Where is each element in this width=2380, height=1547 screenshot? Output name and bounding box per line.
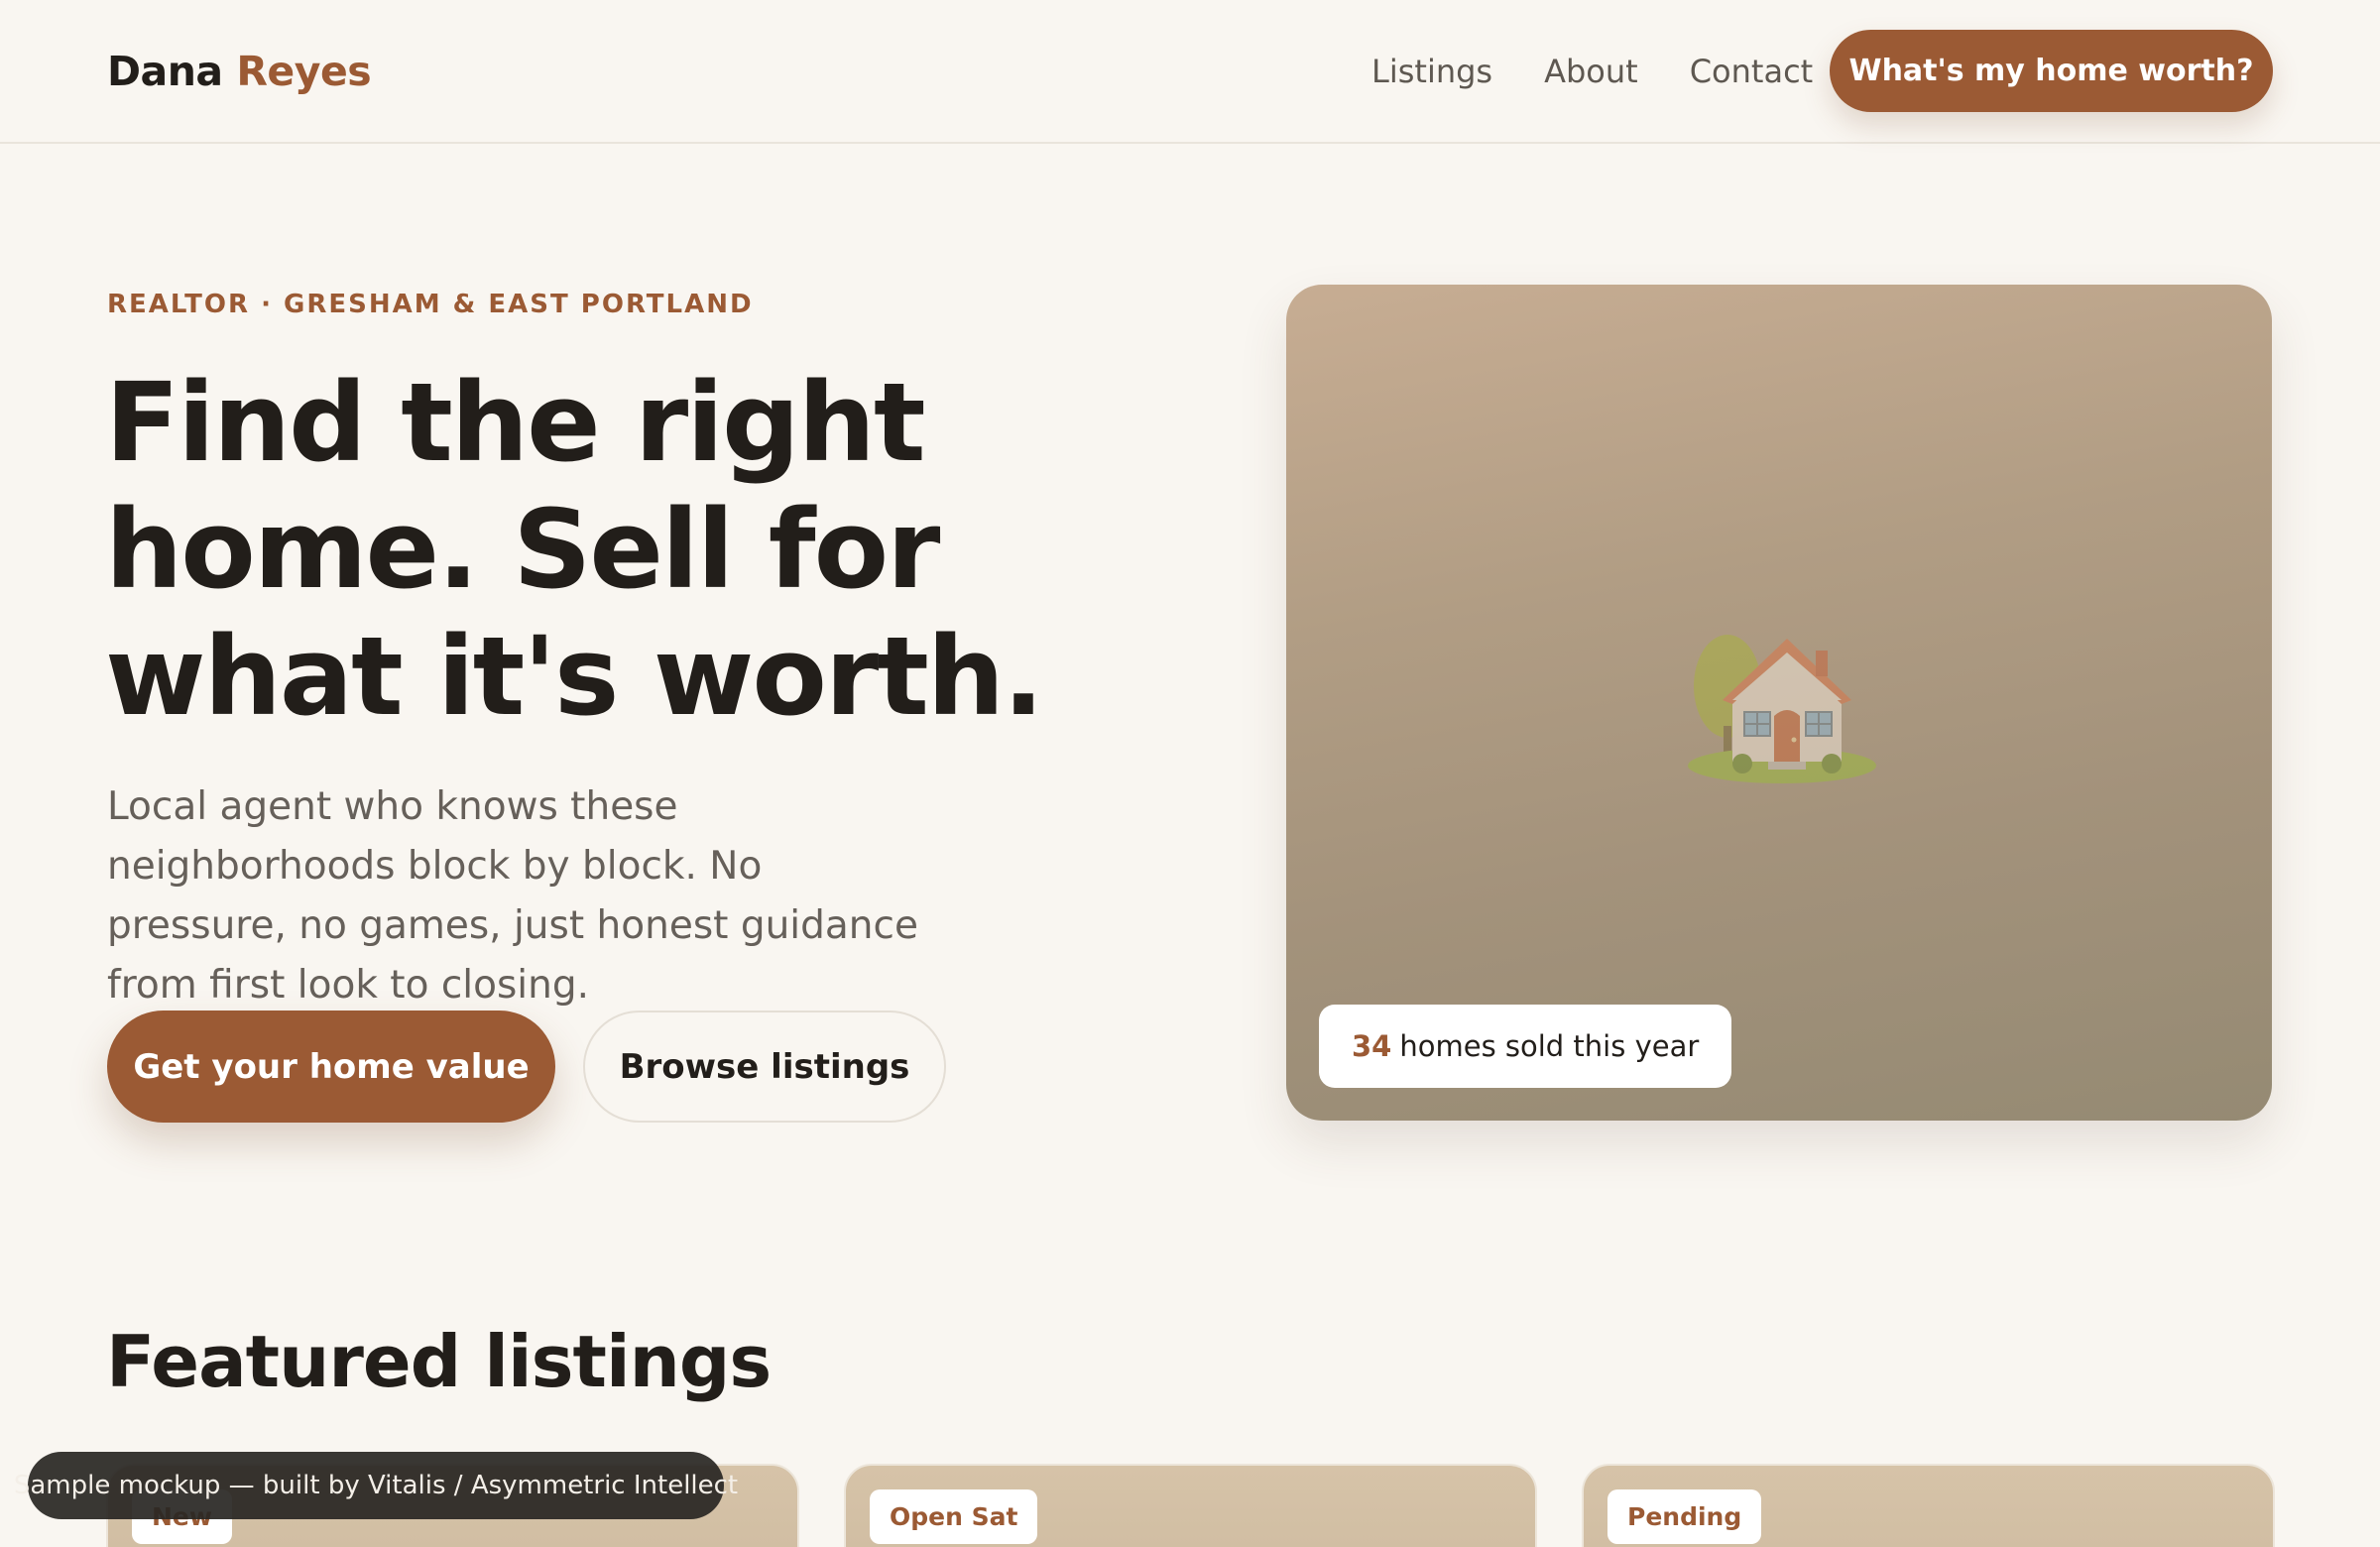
brand-logo[interactable]: Dana Reyes bbox=[107, 46, 372, 97]
house-with-garden-icon bbox=[1683, 617, 1881, 795]
listing-card[interactable]: Open Sat bbox=[844, 1464, 1537, 1547]
mockup-notice-toast: Sample mockup — built by Vitalis / Asymm… bbox=[14, 1452, 738, 1519]
listing-card[interactable]: Pending bbox=[1582, 1464, 2275, 1547]
homes-sold-badge: 34 homes sold this year bbox=[1319, 1005, 1732, 1088]
hero-image: 34 homes sold this year bbox=[1286, 285, 2272, 1121]
home-worth-button[interactable]: What's my home worth? bbox=[1830, 30, 2273, 112]
hero-title: Find the right home. Sell for what it's … bbox=[105, 359, 1044, 740]
listing-status-badge: Open Sat bbox=[870, 1489, 1038, 1544]
brand-first-name: Dana bbox=[107, 48, 223, 95]
homes-sold-label: homes sold this year bbox=[1399, 1029, 1700, 1063]
brand-last-name: Reyes bbox=[236, 48, 372, 95]
nav-link-contact[interactable]: Contact bbox=[1690, 50, 1814, 93]
browse-listings-button[interactable]: Browse listings bbox=[583, 1011, 946, 1123]
listing-status-badge: Pending bbox=[1607, 1489, 1762, 1544]
main-nav: Listings About Contact bbox=[1371, 50, 1813, 93]
homes-sold-count: 34 bbox=[1352, 1029, 1392, 1063]
nav-link-about[interactable]: About bbox=[1544, 50, 1638, 93]
hero-eyebrow: REALTOR · GRESHAM & EAST PORTLAND bbox=[107, 290, 754, 319]
hero-subtitle: Local agent who knows these neighborhood… bbox=[107, 784, 918, 1008]
site-header: Dana Reyes Listings About Contact What's… bbox=[0, 0, 2380, 144]
page: Dana Reyes Listings About Contact What's… bbox=[0, 0, 2380, 1547]
get-home-value-button[interactable]: Get your home value bbox=[107, 1011, 555, 1123]
nav-link-listings[interactable]: Listings bbox=[1371, 50, 1492, 93]
featured-listings-title: Featured listings bbox=[106, 1320, 772, 1403]
